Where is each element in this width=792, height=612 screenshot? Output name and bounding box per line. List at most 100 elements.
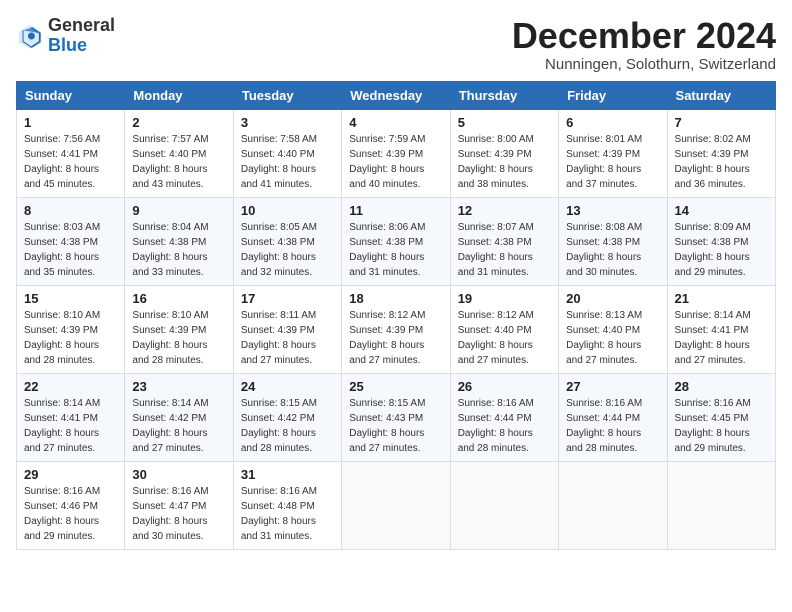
- day-number: 16: [132, 291, 225, 306]
- calendar-week-row: 1 Sunrise: 7:56 AMSunset: 4:41 PMDayligh…: [17, 109, 776, 197]
- calendar-cell: 31 Sunrise: 8:16 AMSunset: 4:48 PMDaylig…: [233, 461, 341, 549]
- calendar-cell: 6 Sunrise: 8:01 AMSunset: 4:39 PMDayligh…: [559, 109, 667, 197]
- calendar-cell: 27 Sunrise: 8:16 AMSunset: 4:44 PMDaylig…: [559, 373, 667, 461]
- day-number: 25: [349, 379, 442, 394]
- day-number: 29: [24, 467, 117, 482]
- day-info: Sunrise: 7:59 AMSunset: 4:39 PMDaylight:…: [349, 132, 442, 192]
- calendar-header-wednesday: Wednesday: [342, 81, 450, 109]
- calendar-cell: 29 Sunrise: 8:16 AMSunset: 4:46 PMDaylig…: [17, 461, 125, 549]
- calendar-cell: 17 Sunrise: 8:11 AMSunset: 4:39 PMDaylig…: [233, 285, 341, 373]
- calendar-cell: 9 Sunrise: 8:04 AMSunset: 4:38 PMDayligh…: [125, 197, 233, 285]
- title-block: December 2024 Nunningen, Solothurn, Swit…: [512, 16, 776, 73]
- day-number: 18: [349, 291, 442, 306]
- day-number: 26: [458, 379, 551, 394]
- calendar-cell: 8 Sunrise: 8:03 AMSunset: 4:38 PMDayligh…: [17, 197, 125, 285]
- calendar-cell: 11 Sunrise: 8:06 AMSunset: 4:38 PMDaylig…: [342, 197, 450, 285]
- logo-blue-text: Blue: [48, 35, 87, 55]
- day-info: Sunrise: 8:16 AMSunset: 4:48 PMDaylight:…: [241, 484, 334, 544]
- calendar-header-row: SundayMondayTuesdayWednesdayThursdayFrid…: [17, 81, 776, 109]
- day-info: Sunrise: 8:03 AMSunset: 4:38 PMDaylight:…: [24, 220, 117, 280]
- day-info: Sunrise: 8:15 AMSunset: 4:43 PMDaylight:…: [349, 396, 442, 456]
- day-number: 27: [566, 379, 659, 394]
- logo-general-text: General: [48, 15, 115, 35]
- calendar-cell: 4 Sunrise: 7:59 AMSunset: 4:39 PMDayligh…: [342, 109, 450, 197]
- day-number: 13: [566, 203, 659, 218]
- calendar-cell: 12 Sunrise: 8:07 AMSunset: 4:38 PMDaylig…: [450, 197, 558, 285]
- day-number: 22: [24, 379, 117, 394]
- day-info: Sunrise: 8:16 AMSunset: 4:47 PMDaylight:…: [132, 484, 225, 544]
- calendar-cell: 19 Sunrise: 8:12 AMSunset: 4:40 PMDaylig…: [450, 285, 558, 373]
- day-info: Sunrise: 7:56 AMSunset: 4:41 PMDaylight:…: [24, 132, 117, 192]
- day-number: 11: [349, 203, 442, 218]
- calendar-cell: 16 Sunrise: 8:10 AMSunset: 4:39 PMDaylig…: [125, 285, 233, 373]
- calendar-cell: 13 Sunrise: 8:08 AMSunset: 4:38 PMDaylig…: [559, 197, 667, 285]
- day-number: 31: [241, 467, 334, 482]
- calendar-cell: 23 Sunrise: 8:14 AMSunset: 4:42 PMDaylig…: [125, 373, 233, 461]
- day-number: 28: [675, 379, 768, 394]
- day-number: 14: [675, 203, 768, 218]
- calendar-header-saturday: Saturday: [667, 81, 775, 109]
- calendar-week-row: 22 Sunrise: 8:14 AMSunset: 4:41 PMDaylig…: [17, 373, 776, 461]
- calendar-cell: [450, 461, 558, 549]
- calendar-cell: 18 Sunrise: 8:12 AMSunset: 4:39 PMDaylig…: [342, 285, 450, 373]
- page-container: General Blue December 2024 Nunningen, So…: [16, 16, 776, 550]
- day-info: Sunrise: 8:08 AMSunset: 4:38 PMDaylight:…: [566, 220, 659, 280]
- day-info: Sunrise: 8:07 AMSunset: 4:38 PMDaylight:…: [458, 220, 551, 280]
- day-info: Sunrise: 8:13 AMSunset: 4:40 PMDaylight:…: [566, 308, 659, 368]
- day-info: Sunrise: 8:14 AMSunset: 4:42 PMDaylight:…: [132, 396, 225, 456]
- calendar-cell: 26 Sunrise: 8:16 AMSunset: 4:44 PMDaylig…: [450, 373, 558, 461]
- calendar-cell: 14 Sunrise: 8:09 AMSunset: 4:38 PMDaylig…: [667, 197, 775, 285]
- calendar-cell: 1 Sunrise: 7:56 AMSunset: 4:41 PMDayligh…: [17, 109, 125, 197]
- day-info: Sunrise: 8:01 AMSunset: 4:39 PMDaylight:…: [566, 132, 659, 192]
- calendar-header-friday: Friday: [559, 81, 667, 109]
- logo: General Blue: [16, 16, 115, 56]
- day-info: Sunrise: 8:05 AMSunset: 4:38 PMDaylight:…: [241, 220, 334, 280]
- logo-text: General Blue: [48, 16, 115, 56]
- calendar-header-tuesday: Tuesday: [233, 81, 341, 109]
- calendar-week-row: 8 Sunrise: 8:03 AMSunset: 4:38 PMDayligh…: [17, 197, 776, 285]
- day-info: Sunrise: 8:10 AMSunset: 4:39 PMDaylight:…: [24, 308, 117, 368]
- day-number: 17: [241, 291, 334, 306]
- day-number: 10: [241, 203, 334, 218]
- day-number: 5: [458, 115, 551, 130]
- location-title: Nunningen, Solothurn, Switzerland: [512, 56, 776, 73]
- day-info: Sunrise: 7:57 AMSunset: 4:40 PMDaylight:…: [132, 132, 225, 192]
- calendar-cell: 21 Sunrise: 8:14 AMSunset: 4:41 PMDaylig…: [667, 285, 775, 373]
- header: General Blue December 2024 Nunningen, So…: [16, 16, 776, 73]
- calendar-header-monday: Monday: [125, 81, 233, 109]
- month-title: December 2024: [512, 16, 776, 56]
- calendar-cell: 5 Sunrise: 8:00 AMSunset: 4:39 PMDayligh…: [450, 109, 558, 197]
- day-info: Sunrise: 8:11 AMSunset: 4:39 PMDaylight:…: [241, 308, 334, 368]
- logo-icon: [16, 22, 44, 50]
- day-number: 3: [241, 115, 334, 130]
- day-info: Sunrise: 8:10 AMSunset: 4:39 PMDaylight:…: [132, 308, 225, 368]
- day-info: Sunrise: 8:00 AMSunset: 4:39 PMDaylight:…: [458, 132, 551, 192]
- day-number: 4: [349, 115, 442, 130]
- day-number: 21: [675, 291, 768, 306]
- day-number: 2: [132, 115, 225, 130]
- day-number: 30: [132, 467, 225, 482]
- day-number: 7: [675, 115, 768, 130]
- calendar-cell: 2 Sunrise: 7:57 AMSunset: 4:40 PMDayligh…: [125, 109, 233, 197]
- calendar-cell: 22 Sunrise: 8:14 AMSunset: 4:41 PMDaylig…: [17, 373, 125, 461]
- day-info: Sunrise: 8:14 AMSunset: 4:41 PMDaylight:…: [675, 308, 768, 368]
- day-info: Sunrise: 8:14 AMSunset: 4:41 PMDaylight:…: [24, 396, 117, 456]
- day-number: 12: [458, 203, 551, 218]
- day-number: 6: [566, 115, 659, 130]
- day-number: 9: [132, 203, 225, 218]
- calendar-cell: 30 Sunrise: 8:16 AMSunset: 4:47 PMDaylig…: [125, 461, 233, 549]
- day-info: Sunrise: 8:12 AMSunset: 4:40 PMDaylight:…: [458, 308, 551, 368]
- calendar-week-row: 29 Sunrise: 8:16 AMSunset: 4:46 PMDaylig…: [17, 461, 776, 549]
- day-number: 8: [24, 203, 117, 218]
- day-info: Sunrise: 8:15 AMSunset: 4:42 PMDaylight:…: [241, 396, 334, 456]
- day-info: Sunrise: 8:16 AMSunset: 4:45 PMDaylight:…: [675, 396, 768, 456]
- day-info: Sunrise: 8:12 AMSunset: 4:39 PMDaylight:…: [349, 308, 442, 368]
- day-info: Sunrise: 8:06 AMSunset: 4:38 PMDaylight:…: [349, 220, 442, 280]
- calendar-header-sunday: Sunday: [17, 81, 125, 109]
- calendar-cell: 15 Sunrise: 8:10 AMSunset: 4:39 PMDaylig…: [17, 285, 125, 373]
- calendar-cell: 20 Sunrise: 8:13 AMSunset: 4:40 PMDaylig…: [559, 285, 667, 373]
- day-info: Sunrise: 8:16 AMSunset: 4:44 PMDaylight:…: [566, 396, 659, 456]
- day-info: Sunrise: 8:04 AMSunset: 4:38 PMDaylight:…: [132, 220, 225, 280]
- calendar-cell: [559, 461, 667, 549]
- day-number: 23: [132, 379, 225, 394]
